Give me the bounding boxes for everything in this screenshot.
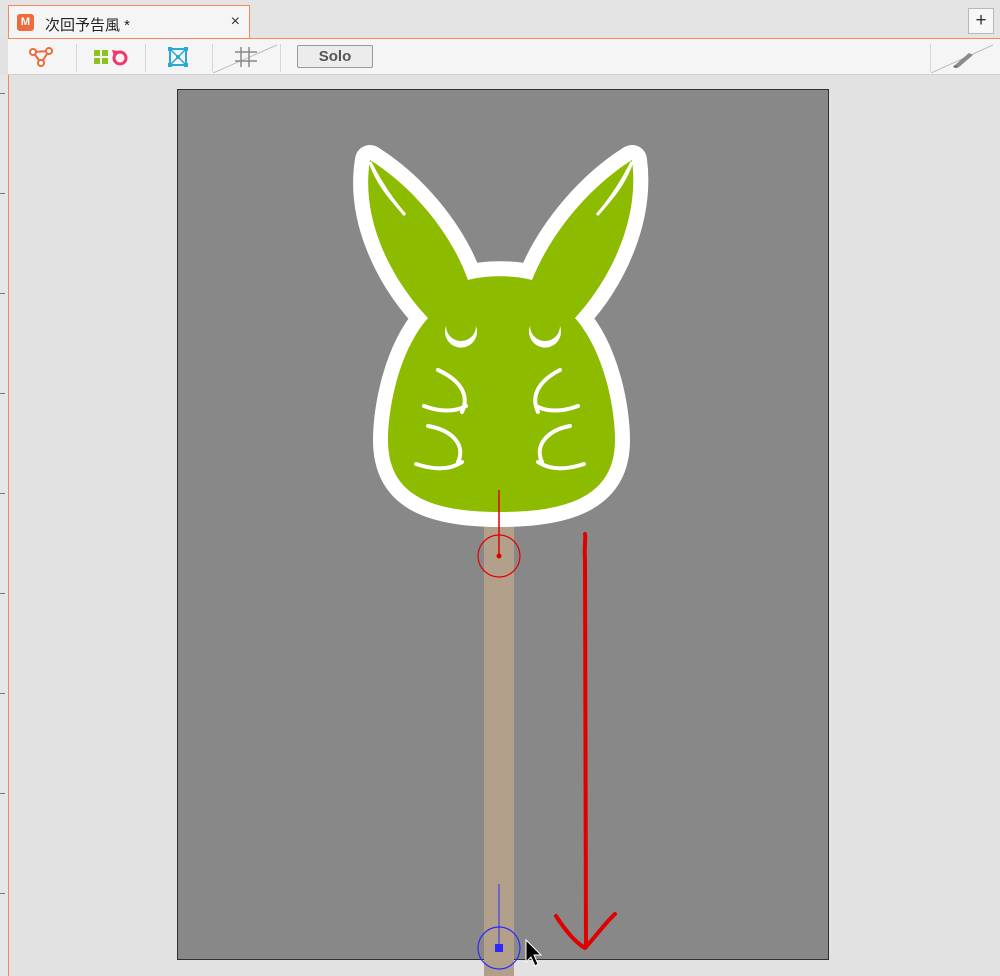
scene-overlay xyxy=(353,145,649,976)
character-head[interactable] xyxy=(353,145,649,527)
cursor-icon xyxy=(525,938,543,967)
annotation-arrow xyxy=(554,532,617,950)
